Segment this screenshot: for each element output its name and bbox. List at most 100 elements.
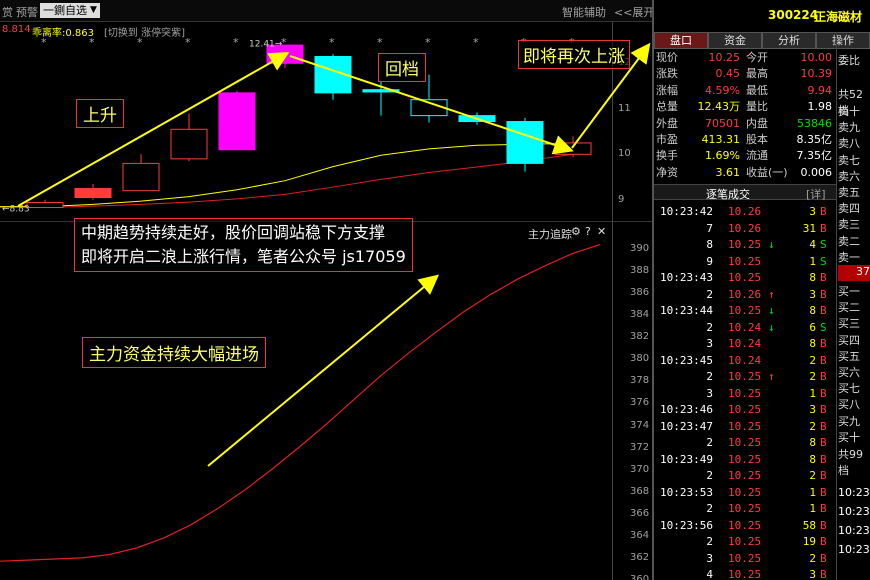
annotation-arrows: [17, 42, 651, 467]
tick-side: B: [820, 535, 827, 548]
bid-level-label: 买一: [838, 285, 860, 298]
tick-row: 10:23:45 10.24 2 B: [660, 354, 830, 371]
tick-row: 3 10.25 1 B: [660, 387, 830, 404]
tick-side: B: [820, 419, 827, 433]
tick-time: 2: [706, 469, 713, 482]
tick-time: 2: [706, 502, 713, 515]
tick-row: 7 10.26 31 B: [660, 222, 830, 239]
tick-row: 4 10.25 3 B: [660, 568, 830, 580]
capital-arrow: [207, 274, 440, 467]
tick-side: S: [820, 320, 827, 334]
rise-again-annotation: 即将再次上涨: [518, 40, 630, 69]
quote-value: 4.59%: [705, 83, 740, 97]
ask-level-label: 卖二: [838, 234, 860, 248]
quote-label: 股本: [746, 133, 768, 146]
tick-volume: 2: [809, 551, 816, 565]
tick-price: 10.24: [728, 353, 762, 367]
bid-level-label: 买二: [838, 301, 860, 315]
tab-analysis[interactable]: 分析: [762, 32, 816, 49]
tick-row: 8 10.25 ↓ 4 S: [660, 238, 830, 255]
tick-time: 2: [706, 535, 713, 548]
tick-side: S: [820, 238, 827, 251]
stock-header: 300224 正海磁材: [654, 0, 870, 32]
tick-row: 10:23:47 10.25 2 B: [660, 420, 830, 437]
ask-time: 10:23: [838, 505, 870, 518]
quote-value: 413.31: [701, 133, 741, 146]
quote-value: 10.25: [708, 51, 741, 64]
tick-side: S: [820, 254, 827, 268]
tick-time: 10:23:43: [660, 271, 713, 284]
tick-volume: 2: [809, 353, 816, 367]
tick-row: 2 10.25 2 B: [660, 469, 830, 486]
tick-time: 10:23:42: [660, 205, 713, 218]
quote-label: 净资: [656, 165, 678, 179]
tick-side: B: [820, 551, 827, 565]
quote-value: 10.00: [800, 51, 833, 64]
bid-level-label: 买九: [838, 414, 860, 428]
ask-level-label: 卖五: [838, 186, 860, 199]
comment-annotation: 中期趋势持续走好，股价回调站稳下方支撑 即将开启二浪上涨行情，笔者公众号 js1…: [74, 218, 413, 272]
comment-line-2: 即将开启二浪上涨行情，笔者公众号 js17059: [81, 247, 406, 266]
ticks-header: 逐笔成交 [详]: [654, 184, 836, 202]
quote-value: 0.006: [800, 165, 833, 179]
tab-order-book[interactable]: 盘口: [654, 32, 708, 49]
quote-value: 70501: [705, 116, 740, 130]
tick-row: 10:23:42 10.26 3 B: [660, 205, 830, 222]
tick-row: 10:23:49 10.25 8 B: [660, 453, 830, 470]
bid-level-label: 买十: [838, 430, 860, 444]
bid-level-label: 买三: [838, 317, 860, 331]
tick-row: 10:23:43 10.25 8 B: [660, 271, 830, 288]
tick-side: B: [820, 271, 827, 284]
tick-volume: 8: [809, 337, 816, 350]
tick-price: 10.25: [728, 568, 762, 580]
ticks-detail-link[interactable]: [详]: [806, 186, 826, 202]
panel-tabs: 盘口 资金 分析 操作: [654, 32, 870, 49]
tick-volume: 19: [802, 535, 816, 548]
tick-side: B: [820, 221, 827, 235]
quote-label: 内盘: [746, 116, 768, 130]
tick-price: 10.25: [728, 551, 762, 565]
up-arrow-icon: ↑: [768, 370, 775, 383]
weibi-label: 委比: [838, 54, 860, 67]
tab-operation[interactable]: 操作: [816, 32, 870, 49]
tick-volume: 3: [809, 568, 816, 580]
rise-annotation: 上升: [76, 99, 124, 128]
tick-side: B: [820, 518, 827, 532]
tick-row: 10:23:44 10.25 ↓ 8 B: [660, 304, 830, 321]
ask-level-label: 卖六: [838, 169, 860, 183]
quote-label: 最高: [746, 67, 768, 81]
quote-value: 9.94: [807, 83, 833, 97]
tick-time: 9: [706, 254, 713, 268]
tick-price: 10.25: [728, 386, 762, 400]
quote-label: 市盈: [656, 133, 678, 146]
tick-time: 4: [706, 568, 713, 580]
tick-time: 3: [706, 337, 713, 350]
tick-price: 10.25: [728, 436, 762, 449]
tick-price: 10.25: [728, 271, 762, 284]
quote-table: 现价 10.25 今开 10.00 涨跌 0.45 最高 10.39 涨幅 4.59% 最低 9.94…: [656, 50, 836, 182]
ask-level-label: 卖七: [838, 153, 860, 167]
panel-divider: [652, 0, 654, 580]
up-arrow-icon: ↑: [768, 287, 775, 301]
pullback-annotation: 回档: [378, 53, 426, 82]
bid-level-label: 买五: [838, 349, 860, 363]
tab-capital[interactable]: 资金: [708, 32, 762, 49]
ask-time: 10:23: [838, 486, 870, 499]
quote-value: 1.98: [807, 100, 833, 114]
tick-price: 10.25: [728, 452, 762, 466]
quote-label: 最低: [746, 83, 768, 97]
quote-label: 涨幅: [656, 83, 678, 97]
tick-time: 10:23:44: [660, 304, 713, 317]
tick-side: B: [820, 205, 827, 218]
capital-annotation: 主力资金持续大幅进场: [82, 337, 266, 368]
bid-level-label: 买六: [838, 366, 860, 379]
tick-row: 3 10.25 2 B: [660, 552, 830, 569]
quote-label: 流通: [746, 149, 768, 163]
tick-side: B: [820, 403, 827, 416]
down-arrow-icon: ↓: [768, 304, 775, 317]
tick-row: 3 10.24 8 B: [660, 337, 830, 354]
tick-row: 10:23:56 10.25 58 B: [660, 519, 830, 536]
quote-value: 12.43万: [697, 100, 741, 114]
tick-time: 10:23:46: [660, 403, 713, 416]
stock-name: 正海磁材: [814, 10, 863, 24]
